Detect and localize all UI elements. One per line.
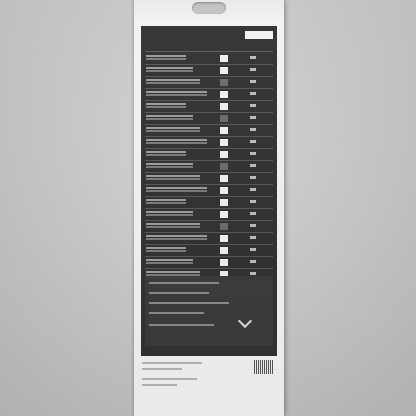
hanger-tab <box>134 0 284 22</box>
spec-row-text <box>146 115 193 117</box>
spec-row <box>145 161 273 173</box>
spec-row-text <box>146 175 200 177</box>
spec-row-icon <box>220 91 228 98</box>
spec-row <box>145 89 273 101</box>
packaging-card <box>134 0 284 416</box>
fine-print-line <box>142 368 182 370</box>
spec-row <box>145 233 273 245</box>
spec-row-text <box>146 127 200 129</box>
spec-row-icon <box>220 163 228 170</box>
spec-row-icon <box>220 67 228 74</box>
spec-row <box>145 149 273 161</box>
spec-row-icon <box>220 151 228 158</box>
spec-row-value <box>250 80 256 83</box>
spec-row <box>145 173 273 185</box>
spec-row-text <box>146 163 193 165</box>
spec-row-text <box>146 79 200 81</box>
spec-row-text <box>146 91 207 93</box>
spec-row-value <box>250 224 256 227</box>
spec-row-value <box>250 56 256 59</box>
spec-row <box>145 245 273 257</box>
spec-row <box>145 53 273 65</box>
spec-row-value <box>250 68 256 71</box>
spec-row-text <box>146 199 186 201</box>
spec-row <box>145 257 273 269</box>
spec-row-icon <box>220 199 228 206</box>
spec-row-text <box>146 223 200 225</box>
spec-row-value <box>250 152 256 155</box>
spec-row-text <box>146 151 186 153</box>
brand-logo <box>245 31 273 39</box>
spec-row-icon <box>220 55 228 62</box>
check-mark-icon <box>237 313 253 329</box>
spec-row-value <box>250 104 256 107</box>
spec-row-text <box>146 67 193 69</box>
spec-row-icon <box>220 223 228 230</box>
spec-row <box>145 137 273 149</box>
spec-row-icon <box>220 139 228 146</box>
spec-row-value <box>250 212 256 215</box>
spec-row-text <box>146 187 207 189</box>
spec-row-value <box>250 272 256 275</box>
spec-row-icon <box>220 235 228 242</box>
spec-row <box>145 185 273 197</box>
spec-row-value <box>250 92 256 95</box>
spec-rows <box>145 53 273 293</box>
spec-row-text <box>146 139 207 141</box>
spec-row-text <box>146 247 186 249</box>
fine-print-line <box>142 362 202 364</box>
spec-row-text <box>146 235 207 237</box>
spec-row-text <box>146 55 186 57</box>
spec-row-text <box>146 103 186 105</box>
spec-row <box>145 113 273 125</box>
spec-row-value <box>250 200 256 203</box>
spec-row <box>145 209 273 221</box>
spec-row-icon <box>220 79 228 86</box>
spec-row-icon <box>220 187 228 194</box>
spec-row-text <box>146 211 193 213</box>
spec-panel <box>141 26 277 356</box>
spec-row-icon <box>220 103 228 110</box>
spec-row-icon <box>220 259 228 266</box>
spec-row <box>145 125 273 137</box>
spec-row-text <box>146 259 193 261</box>
spec-row-value <box>250 260 256 263</box>
spec-row-value <box>250 236 256 239</box>
spec-row-value <box>250 188 256 191</box>
spec-row-value <box>250 248 256 251</box>
spec-row <box>145 221 273 233</box>
spec-footer <box>145 276 273 346</box>
spec-row-icon <box>220 175 228 182</box>
spec-row <box>145 77 273 89</box>
spec-row-text <box>146 271 200 273</box>
spec-row-value <box>250 140 256 143</box>
spec-row-icon <box>220 247 228 254</box>
spec-row <box>145 197 273 209</box>
spec-row <box>145 65 273 77</box>
spec-row-icon <box>220 127 228 134</box>
spec-row-value <box>250 164 256 167</box>
spec-row-icon <box>220 115 228 122</box>
hang-hole <box>192 2 226 14</box>
spec-row-value <box>250 128 256 131</box>
spec-header <box>145 42 273 52</box>
spec-row-icon <box>220 211 228 218</box>
spec-row <box>145 101 273 113</box>
fine-print-line <box>142 384 177 386</box>
fine-print-line <box>142 378 197 380</box>
recycling-mark <box>254 360 274 374</box>
spec-row-value <box>250 116 256 119</box>
spec-row-value <box>250 176 256 179</box>
